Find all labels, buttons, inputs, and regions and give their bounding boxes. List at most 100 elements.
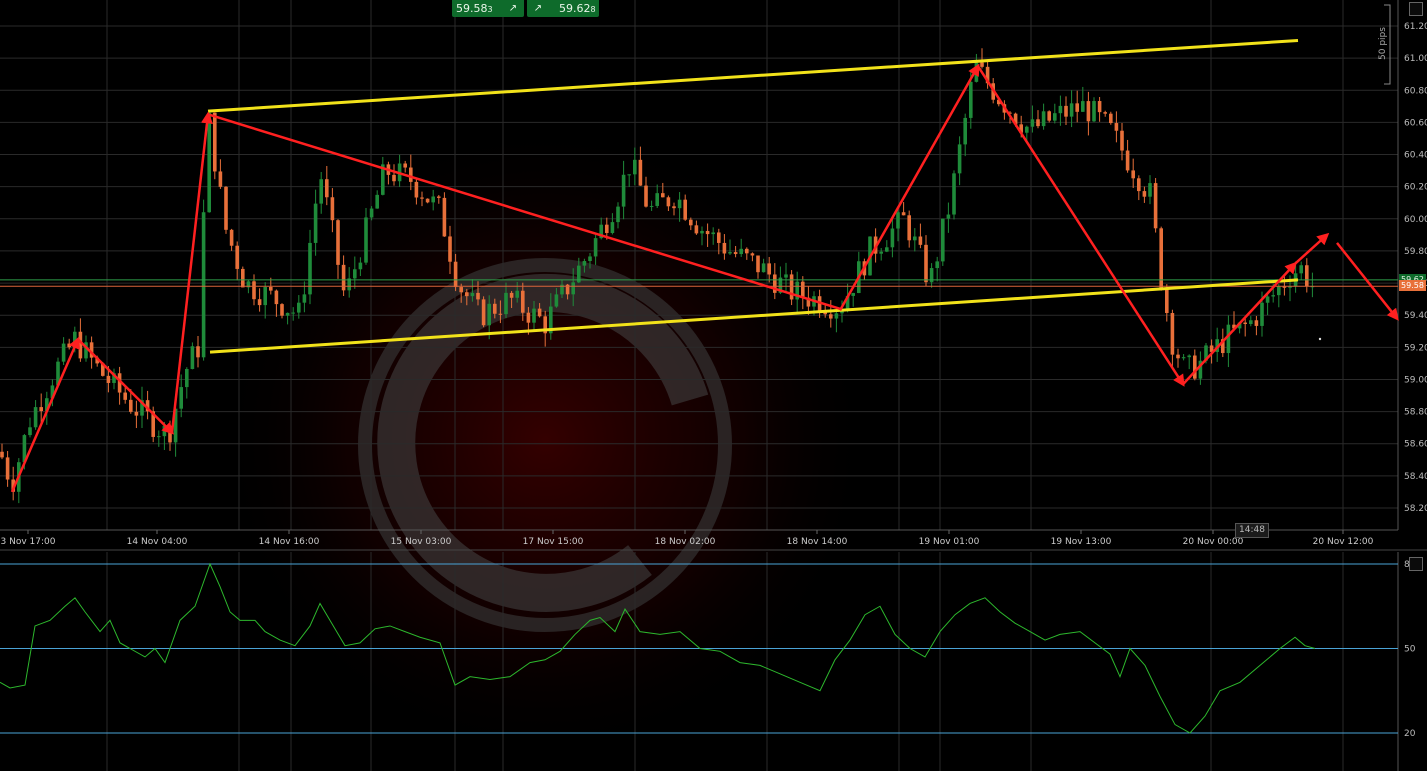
candle-body: [1254, 320, 1259, 326]
candle-body: [207, 112, 211, 213]
candle-body: [1030, 119, 1035, 127]
candle-body: [229, 229, 234, 246]
candle-body: [1187, 355, 1191, 358]
candle-body: [879, 251, 883, 254]
candle-body: [498, 313, 503, 315]
candle-body: [801, 281, 805, 298]
candle-body: [733, 252, 738, 255]
candle-body: [5, 457, 10, 480]
candle-body: [39, 407, 43, 412]
candle-body: [638, 159, 643, 186]
candle-body: [1036, 119, 1040, 127]
candle-body: [890, 228, 895, 248]
candle-body: [1075, 103, 1079, 112]
price-scale-settings-button[interactable]: [1409, 2, 1423, 16]
candle-body: [739, 248, 743, 255]
candle-body: [526, 312, 531, 323]
candle-body: [817, 296, 822, 313]
candle-body: [297, 302, 301, 313]
candle-body: [935, 261, 939, 269]
x-tick-label: 20 Nov 12:00: [1313, 537, 1374, 547]
candle-body: [487, 303, 491, 326]
wave-arrow: [77, 338, 175, 435]
candle-body: [1226, 324, 1231, 354]
candle-body: [1058, 105, 1063, 114]
candle-body: [582, 261, 587, 266]
candle-body: [661, 193, 665, 198]
y-tick-label: 58.80: [1404, 408, 1427, 418]
candle-body: [330, 197, 335, 221]
candle-body: [761, 263, 766, 273]
y-tick-label: 58.20: [1404, 504, 1427, 514]
candle-body: [285, 312, 290, 316]
candle-body: [420, 197, 424, 199]
candle-body: [319, 179, 323, 204]
candle-body: [924, 244, 928, 283]
ask-price-box[interactable]: ↗ 59.628: [527, 0, 599, 17]
candle-body: [571, 282, 575, 295]
bid-price-box[interactable]: 59.583 ↗: [452, 0, 524, 17]
candle-body: [655, 193, 659, 206]
candle-body: [1053, 113, 1057, 121]
candle-body: [364, 217, 368, 263]
y-tick-label: 59.80: [1404, 247, 1427, 257]
trading-chart[interactable]: 61.20 61.00 60.80 60.60 60.40 60.20 60.00 59.80…: [0, 0, 1427, 771]
candle-body: [644, 185, 648, 207]
candle-body: [745, 248, 749, 254]
candle-body: [1086, 101, 1091, 122]
bid-price: 59.58: [456, 2, 488, 15]
candle-body: [1025, 126, 1029, 133]
candle-body: [269, 286, 273, 291]
candle-body: [627, 174, 631, 176]
candle-body: [493, 303, 497, 314]
x-tick-label: 15 Nov 03:00: [391, 537, 452, 547]
candle-body: [722, 242, 727, 254]
candle-body: [1109, 113, 1113, 124]
candle-body: [1260, 302, 1264, 326]
candle-body: [241, 268, 245, 288]
candle-body: [134, 411, 139, 416]
oscillator-scale-settings-button[interactable]: [1409, 557, 1423, 571]
bid-price-sub: 3: [487, 5, 493, 14]
candle-body: [1103, 112, 1107, 114]
wave-arrow: [1294, 232, 1330, 265]
candle-body: [728, 252, 732, 254]
candle-body: [537, 308, 542, 317]
candle-body: [336, 220, 340, 265]
candle-body: [403, 163, 407, 168]
x-tick-label: 17 Nov 15:00: [523, 537, 584, 547]
y-tick-label: 60.80: [1404, 86, 1427, 96]
candle-body: [353, 269, 357, 279]
candle-body: [185, 368, 189, 388]
oscillator-tick-label: 20: [1404, 729, 1416, 739]
candle-body: [1277, 286, 1281, 296]
y-tick-label: 59.20: [1404, 343, 1427, 353]
candle-body: [1243, 322, 1247, 325]
candle-body: [470, 292, 475, 297]
candle-body: [453, 261, 458, 288]
candle-body: [851, 293, 855, 296]
x-tick-label: 14 Nov 04:00: [127, 537, 188, 547]
candle-body: [907, 215, 911, 241]
x-tick-label: 19 Nov 13:00: [1051, 537, 1112, 547]
candle-body: [588, 256, 592, 262]
candle-body: [666, 197, 671, 207]
candle-body: [784, 274, 788, 278]
wave-arrow: [10, 336, 80, 493]
red-line-price-tag: 59.58: [1399, 280, 1426, 291]
y-tick-label: 58.60: [1404, 440, 1427, 450]
candle-body: [717, 232, 721, 243]
candle-body: [621, 174, 626, 207]
candle-body: [946, 214, 951, 219]
y-tick-label: 58.40: [1404, 472, 1427, 482]
candle-body: [1181, 357, 1186, 359]
candle-body: [425, 198, 430, 203]
candle-body: [649, 205, 654, 207]
x-tick-label: 14 Nov 16:00: [259, 537, 320, 547]
candle-body: [700, 230, 704, 234]
candle-body: [532, 308, 536, 323]
candle-body: [325, 179, 329, 198]
candle-body: [1271, 295, 1275, 297]
candle-body: [313, 203, 318, 243]
candle-body: [633, 159, 637, 175]
